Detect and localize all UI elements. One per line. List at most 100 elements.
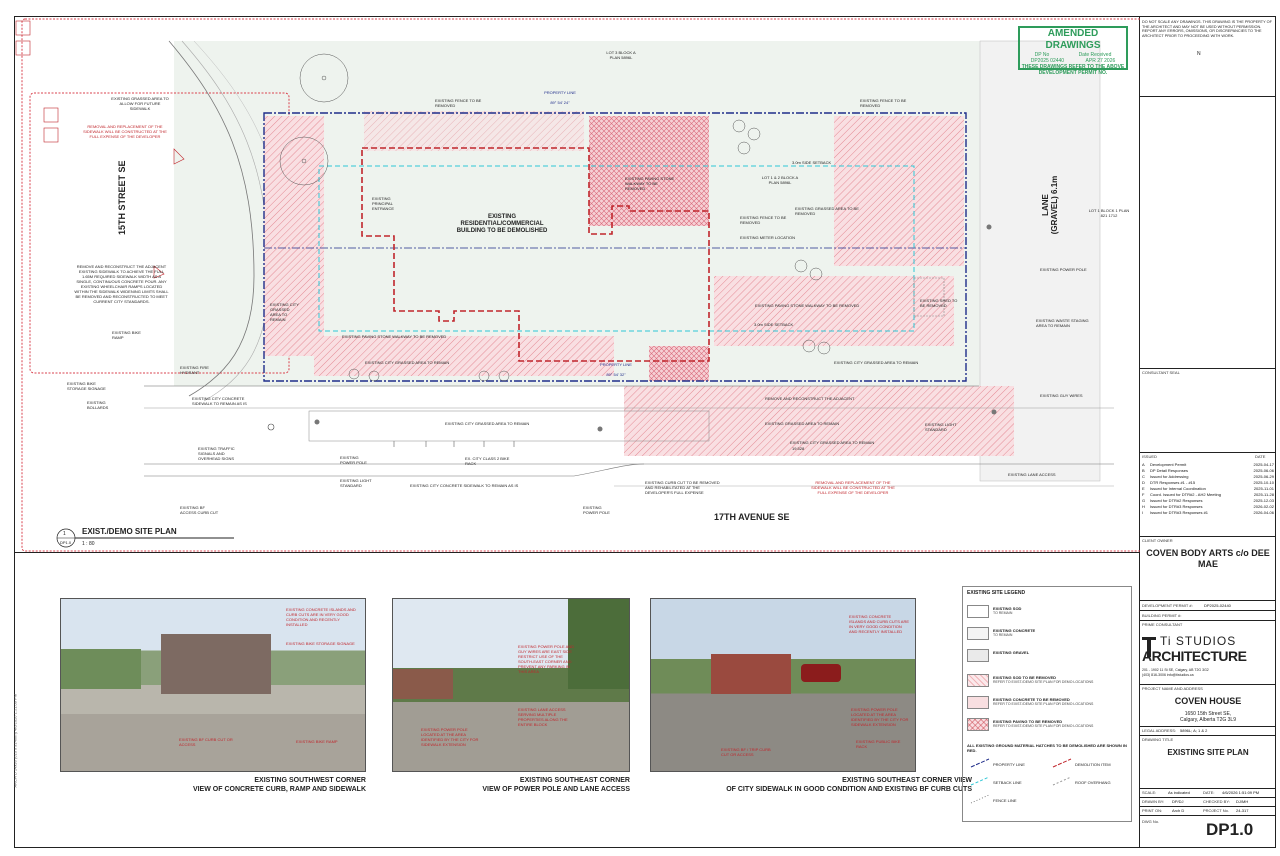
photo2-note-3: EXISTING POWER POLE LOCATED AT THE AREA …	[421, 727, 479, 747]
legend-line-3: ROOF OVERHANG	[1075, 780, 1111, 785]
label-city-grass-3: EXISTING CITY GRASSED AREA TO REMAIN	[445, 421, 530, 426]
photo3-caption-2: OF CITY SIDEWALK IN GOOD CONDITION AND E…	[726, 786, 972, 793]
legend-sub-1: TO REMAIN	[993, 633, 1013, 637]
photo1-caption-1: EXISTING SOUTHWEST CORNER	[254, 777, 366, 784]
label-city-grass-2: EXISTING CITY GRASSED AREA TO REMAIN	[834, 360, 919, 365]
lot12-label: LOT 1 & 2 BLOCK A PLAN 5896L	[761, 175, 799, 185]
issued-date-label: DATE	[1255, 454, 1266, 459]
label-bike-rack: EX. CITY CLASS 2 BIKE RACK	[465, 456, 510, 466]
label-sidewalk-2: EXISTING CITY CONCRETE SIDEWALK TO REMAI…	[410, 483, 519, 488]
photo-southwest: EXISTING CONCRETE ISLANDS AND CURB CUTS …	[60, 598, 366, 772]
legal-value: 5896L; A; 1 & 2	[1180, 728, 1208, 733]
checked-label: CHECKED BY:	[1203, 799, 1230, 804]
client-label: CLIENT OWNER	[1142, 538, 1173, 543]
label-principal-entrance: EXISTING PRINCIPAL ENTRANCE	[372, 196, 395, 211]
checked-value: DJ/MH	[1236, 799, 1249, 804]
legend-sub-5: REFER TO EXIST./DEMO SITE PLAN FOR DEMO …	[993, 724, 1094, 728]
red-note-south: REMOVAL AND REPLACEMENT OF THE SIDEWALK …	[811, 480, 895, 495]
label-city-grass-5: EXISTING CITY GRASSED AREA TO REMAIN	[270, 302, 299, 322]
label-guy-wires: EXISTING GUY WIRES	[1040, 393, 1083, 398]
label-lane-access: EXISTING LANE ACCESS	[1008, 472, 1056, 477]
label-bollards: EXISTING BOLLARDS	[87, 400, 109, 410]
amended-title: AMENDED DRAWINGS	[1045, 28, 1101, 51]
scale-label: SCALE:	[1142, 790, 1157, 795]
plan-sheet-ref: DP1.0	[60, 540, 72, 545]
drawn-label: DRAWN BY:	[1142, 799, 1165, 804]
street-label-bottom: 17TH AVENUE SE	[714, 512, 790, 522]
photo1-note-2: EXISTING BIKE STORAGE SIGNAGE	[286, 641, 355, 646]
print-value: Arch D	[1172, 808, 1185, 813]
bearing-n: 89° 54' 24"	[550, 100, 570, 105]
side-stamp: ARCH D 24x36 (610 x 914mm) 4/6/2026 1:51…	[12, 693, 18, 788]
drawn-value: DP/DJ	[1172, 799, 1184, 804]
photo-southeast: EXISTING POWER POLE AND GUY WIRES ARE EA…	[392, 598, 630, 772]
project-name: COVEN HOUSE	[1174, 696, 1242, 706]
photo2-caption-2: VIEW OF POWER POLE AND LANE ACCESS	[482, 786, 630, 793]
legend-row-sod: EXISTING SOD TO REMAIN	[963, 605, 1133, 623]
building-label: EXISTING RESIDENTIAL/COMMERCIAL BUILDING…	[456, 214, 548, 234]
label-paving-sw: EXISTING PAVING STONE WALKWAY TO BE REMO…	[342, 334, 447, 339]
label-grassed-remain: EXISTING GRASSED AREA TO REMAIN	[765, 421, 840, 426]
photo1-note-4: EXISTING BIKE RAMP	[296, 739, 338, 744]
plan-title: EXIST./DEMO SITE PLAN	[82, 527, 177, 536]
photo3-note-1: EXISTING CONCRETE ISLANDS AND CURB CUTS …	[849, 614, 910, 634]
dwg-label: DWG No.	[1142, 819, 1160, 824]
bp-label: BUILDING PERMIT #:	[1142, 613, 1182, 618]
firm-name-2: ARCHITECTURE	[1142, 648, 1247, 664]
dwg-number: DP1.0	[1206, 820, 1254, 839]
lane-label: LANE (GRAVEL) 6.1m	[1041, 175, 1059, 235]
drawing-sheet: ARCH D 24x36 (610 x 914mm) 4/6/2026 1:51…	[0, 0, 1280, 856]
print-label: PRINT ON:	[1142, 808, 1163, 813]
firm-logo: Ti STUDIOS ARCHITECTURE 201 - 1902 11 St…	[1142, 634, 1274, 680]
project-address-2: Calgary, Alberta T2G 3L9	[1180, 717, 1236, 723]
project-label: PROJECT NAME AND ADDRESS	[1142, 686, 1203, 691]
amended-drawings-stamp: AMENDED DRAWINGS DP No Date Received DP20…	[1018, 26, 1128, 76]
projno-value: 24-317	[1236, 808, 1249, 813]
photo3-caption: EXISTING SOUTHEAST CORNER VIEW OF CITY S…	[650, 776, 972, 794]
legend-row-paving-removed: EXISTING PAVING TO BE REMOVED REFER TO E…	[963, 718, 1133, 736]
hatch-se	[714, 276, 954, 346]
lot3-label: LOT 3 BLOCK A PLAN 5896L	[606, 50, 636, 60]
label-power-pole-s: EXISTING POWER POLE	[340, 455, 367, 465]
label-paving-north: EXISTING PAVING STONE WALKWAY TO BE REMO…	[625, 176, 675, 191]
legend-line-0: PROPERTY LINE	[993, 762, 1025, 767]
label-reconstruct: REMOVE AND RECONSTRUCT THE ADJACENT	[765, 396, 855, 401]
setback-front-label: 3.0m SIDE SETBACK	[792, 160, 832, 165]
drawing-title-label: DRAWING TITLE	[1142, 737, 1174, 742]
property-line-label-s: PROPERTY LINE	[600, 362, 632, 367]
label-city-grass-1: EXISTING CITY GRASSED AREA TO REMAIN	[365, 360, 450, 365]
plan-scale: 1 : 80	[82, 541, 95, 547]
bearing-s: 89° 54' 32"	[606, 372, 626, 377]
plan-divider	[14, 552, 1140, 553]
label-curb-cut-removed: EXISTING CURB CUT TO BE REMOVED AND REHA…	[645, 480, 720, 495]
label-hydrant: EXISTING FIRE HYDRANT	[180, 365, 209, 375]
label-fence-nw: EXISTING FENCE TO BE REMOVED	[435, 98, 482, 108]
firm-name-1: Ti STUDIOS	[1160, 634, 1237, 648]
client-name: COVEN BODY ARTS c/o DEE MAE	[1146, 548, 1270, 569]
photo3-note-4: EXISTING BF / TRIP CURB CUT OR ACCESS	[721, 747, 771, 757]
label-waste: EXISTING WASTE STAGING AREA TO REMAIN	[1036, 318, 1089, 328]
photo3-note-2: EXISTING POWER POLE LOCATED AT THE AREA …	[851, 707, 909, 727]
photo1-note-1: EXISTING CONCRETE ISLANDS AND CURB CUTS …	[286, 607, 356, 627]
label-sidewalk-1: EXISTING CITY CONCRETE SIDEWALK TO REMAI…	[192, 396, 247, 406]
photo2-note-1: EXISTING POWER POLE AND GUY WIRES ARE EA…	[518, 644, 575, 674]
photo-southeast-view: EXISTING CONCRETE ISLANDS AND CURB CUTS …	[650, 598, 916, 772]
photo1-caption: EXISTING SOUTHWEST CORNER VIEW OF CONCRE…	[60, 776, 366, 794]
reconstruct-note: REMOVE AND RECONSTRUCT THE ADJACENT EXIS…	[74, 264, 169, 304]
north-label: N	[1197, 51, 1201, 57]
site-plan	[15, 18, 1140, 552]
label-light-std-2: EXISTING LIGHT STANDARD	[925, 422, 957, 432]
label-city-grass-4: EXISTING CITY GRASSED AREA TO REMAIN	[790, 440, 875, 445]
issue-list: A Development Permit 2025-04-17 B DP Det…	[1142, 462, 1274, 516]
legend-note: ALL EXISTING GROUND MATERIAL HATCHES TO …	[967, 743, 1127, 753]
label-bike-signage: EXISTING BIKE STORAGE SIGNAGE	[67, 381, 106, 391]
label-traffic-signals: EXISTING TRAFFIC SIGNALS AND OVERHEAD SI…	[198, 446, 235, 461]
red-note-nw: REMOVAL AND REPLACEMENT OF THE SIDEWALK …	[83, 124, 167, 139]
hatch-ne	[834, 116, 964, 266]
issue-row: I Issued for DTR#3 Responses #1 2026-04-…	[1142, 510, 1274, 515]
lot1-label: LOT 1 BLOCK 1 PLAN 821 1712	[1088, 208, 1130, 218]
dimension-label: 19.528	[792, 446, 805, 451]
legend-sub-3: REFER TO EXIST./DEMO SITE PLAN FOR DEMO …	[993, 680, 1094, 684]
hatch-walkway-north	[589, 116, 709, 226]
label-light-std-1: EXISTING LIGHT STANDARD	[340, 478, 372, 488]
